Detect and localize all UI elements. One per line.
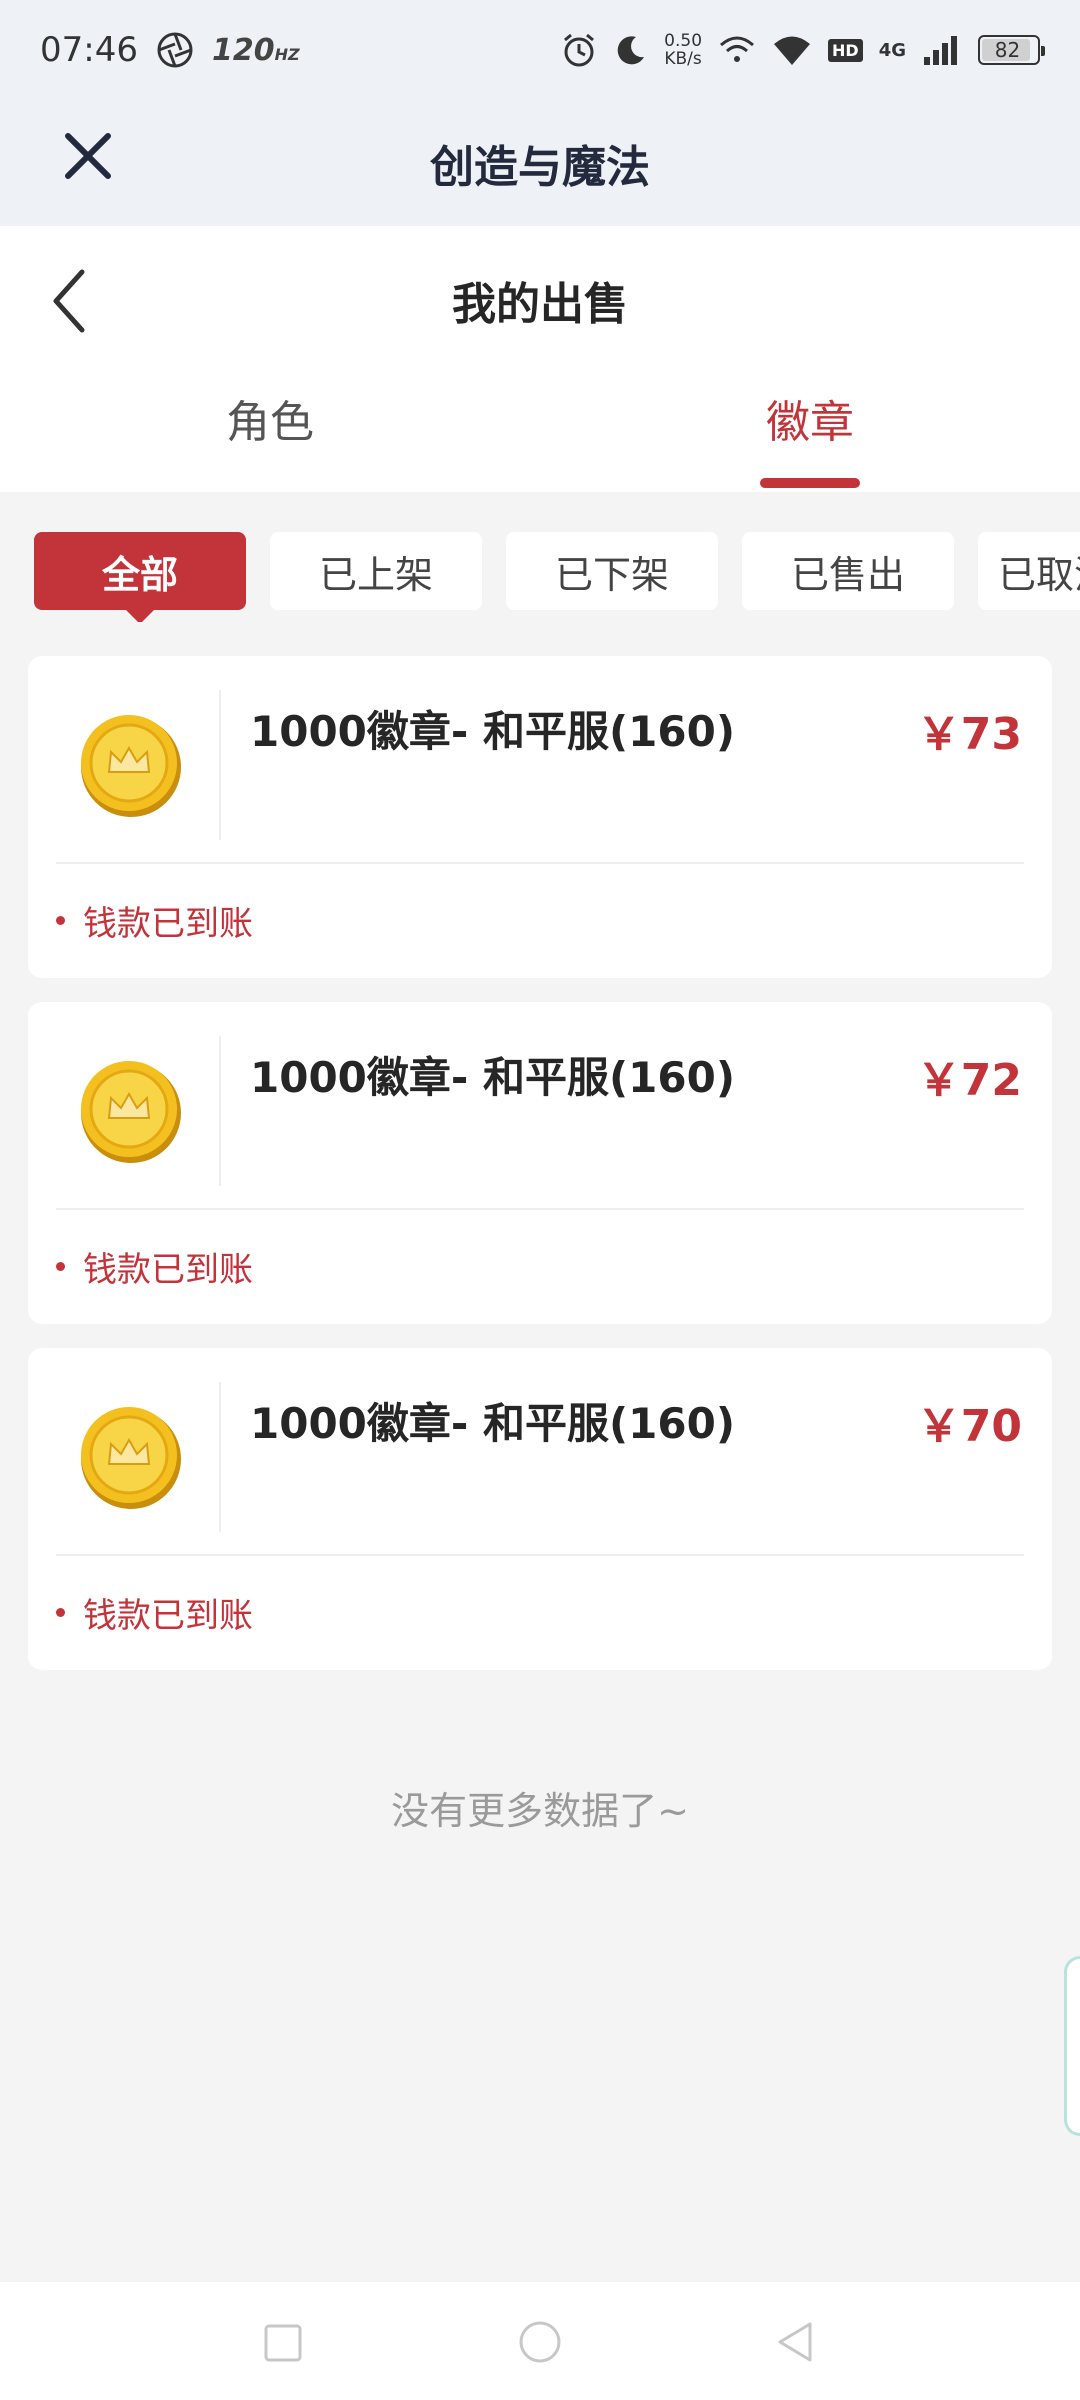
tab-roles[interactable]: 角色	[140, 386, 400, 450]
order-card[interactable]: 1000徽章- 和平服(160) ￥70 钱款已到账	[28, 1348, 1052, 1670]
card-divider	[56, 1554, 1024, 1556]
close-icon[interactable]	[60, 128, 116, 184]
order-title: 1000徽章- 和平服(160)	[250, 707, 736, 756]
network-type: 4G	[878, 39, 906, 61]
net-speed: 0.50 KB/s	[664, 31, 703, 69]
filter-listed[interactable]: 已上架	[270, 532, 482, 610]
battery-indicator: 82	[978, 35, 1045, 65]
alarm-icon	[564, 33, 595, 67]
tab-badges[interactable]: 徽章	[680, 386, 940, 450]
order-card[interactable]: 1000徽章- 和平服(160) ￥73 钱款已到账	[28, 656, 1052, 978]
order-price: ￥72	[916, 1055, 1022, 1106]
filter-sold[interactable]: 已售出	[742, 532, 954, 610]
order-card[interactable]: 1000徽章- 和平服(160) ￥72 钱款已到账	[28, 1002, 1052, 1324]
status-time: 07:46	[40, 30, 138, 70]
wifi-icon	[774, 36, 811, 65]
card-vertical-divider	[219, 690, 221, 840]
gold-coin-icon	[81, 1407, 181, 1509]
back-triangle-icon[interactable]	[766, 2312, 826, 2372]
filter-all[interactable]: 全部	[34, 532, 246, 622]
card-divider	[56, 1208, 1024, 1210]
order-price: ￥70	[916, 1401, 1022, 1452]
system-nav-bar	[0, 2282, 1080, 2400]
hd-badge: HD	[828, 38, 863, 62]
status-filter-bar: 全部 已上架 已下架 已售出 已取消	[34, 532, 1080, 622]
gold-coin-icon	[81, 715, 181, 817]
order-title: 1000徽章- 和平服(160)	[250, 1399, 736, 1448]
page-header: 我的出售 角色 徽章	[0, 226, 1080, 492]
refresh-rate: 120	[211, 32, 275, 68]
app-title: 创造与魔法	[430, 142, 650, 193]
wifi-call-icon	[720, 36, 755, 62]
aperture-icon	[157, 32, 193, 68]
card-vertical-divider	[219, 1036, 221, 1186]
app-header: 创造与魔法	[0, 100, 1080, 226]
order-status: 钱款已到账	[56, 1588, 253, 1637]
moon-icon	[617, 36, 645, 65]
filter-cancelled[interactable]: 已取消	[978, 532, 1080, 610]
status-dot	[56, 1262, 65, 1271]
page-title: 我的出售	[452, 279, 628, 330]
refresh-unit: HZ	[274, 44, 300, 64]
order-price: ￥73	[916, 709, 1022, 760]
signal-icon	[924, 36, 957, 65]
card-vertical-divider	[219, 1382, 221, 1532]
floating-edge-handle[interactable]	[1064, 1956, 1080, 2136]
card-divider	[56, 862, 1024, 864]
tab-bar: 角色 徽章	[0, 386, 1080, 492]
order-title: 1000徽章- 和平服(160)	[250, 1053, 736, 1102]
order-status: 钱款已到账	[56, 896, 253, 945]
recents-square-icon[interactable]	[252, 2312, 312, 2372]
status-dot	[56, 916, 65, 925]
no-more-data-text: 没有更多数据了~	[391, 1789, 689, 1833]
order-status: 钱款已到账	[56, 1242, 253, 1291]
status-bar: 07:46 120HZ 0.50 KB/s HD 4G 82	[0, 0, 1080, 100]
home-circle-icon[interactable]	[510, 2312, 570, 2372]
active-tab-indicator	[760, 478, 860, 488]
status-dot	[56, 1608, 65, 1617]
filter-delisted[interactable]: 已下架	[506, 532, 718, 610]
gold-coin-icon	[81, 1061, 181, 1163]
